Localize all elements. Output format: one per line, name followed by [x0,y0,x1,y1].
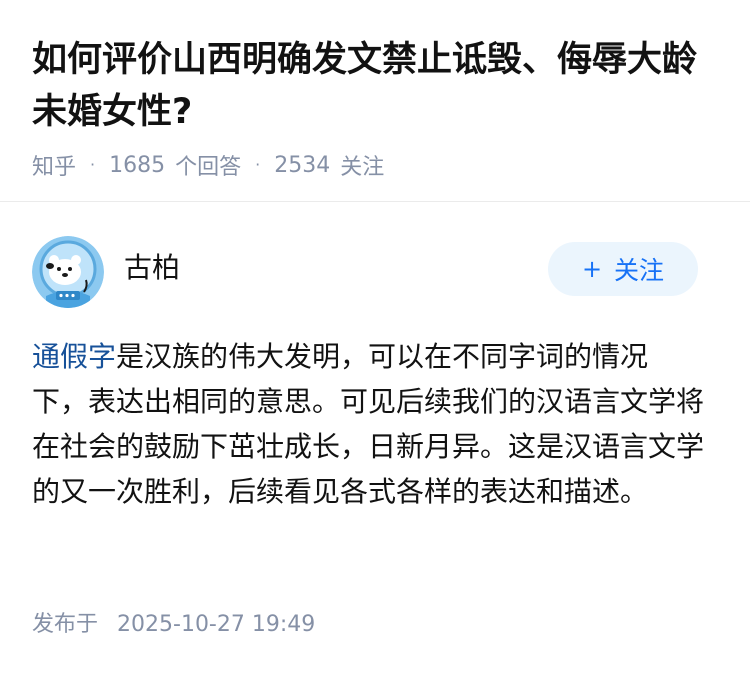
follower-count: 2534 [274,152,331,178]
question-title[interactable]: 如何评价山西明确发文禁止诋毁、侮辱大龄未婚女性? [32,34,720,138]
source-label[interactable]: 知乎 [32,149,76,181]
follow-button[interactable]: + 关注 [548,242,698,296]
answer-count-label: 个回答 [175,155,242,180]
answer-text: 是汉族的伟大发明，可以在不同字词的情况下，表达出相同的意思。可见后续我们的汉语言… [32,340,705,508]
answer-count: 1685 [109,152,166,178]
plus-icon: + [581,255,603,283]
question-meta: 知乎 · 1685 个回答 · 2534 关注 [32,149,720,181]
author-name[interactable]: 古柏 [124,250,180,286]
avatar[interactable] [32,236,104,308]
author-row: 古柏 + 关注 [32,236,698,308]
answer-page: 如何评价山西明确发文禁止诋毁、侮辱大龄未婚女性? 知乎 · 1685 个回答 ·… [0,0,750,676]
tongjiazi-link[interactable]: 通假字 [32,340,116,373]
meta-separator: · [255,154,261,174]
meta-separator: · [90,154,96,174]
question-header: 如何评价山西明确发文禁止诋毁、侮辱大龄未婚女性? 知乎 · 1685 个回答 ·… [0,0,750,180]
publish-datetime: 2025-10-27 19:49 [117,612,316,637]
publish-label: 发布于 [32,612,99,637]
follow-button-label: 关注 [614,256,665,285]
answer-content: 通假字是汉族的伟大发明，可以在不同字词的情况下，表达出相同的意思。可见后续我们的… [32,334,704,514]
follower-count-label: 关注 [340,155,385,180]
polar-bear-astronaut-icon [32,236,104,308]
section-divider [0,201,750,202]
publish-info: 发布于 2025-10-27 19:49 [32,610,315,640]
